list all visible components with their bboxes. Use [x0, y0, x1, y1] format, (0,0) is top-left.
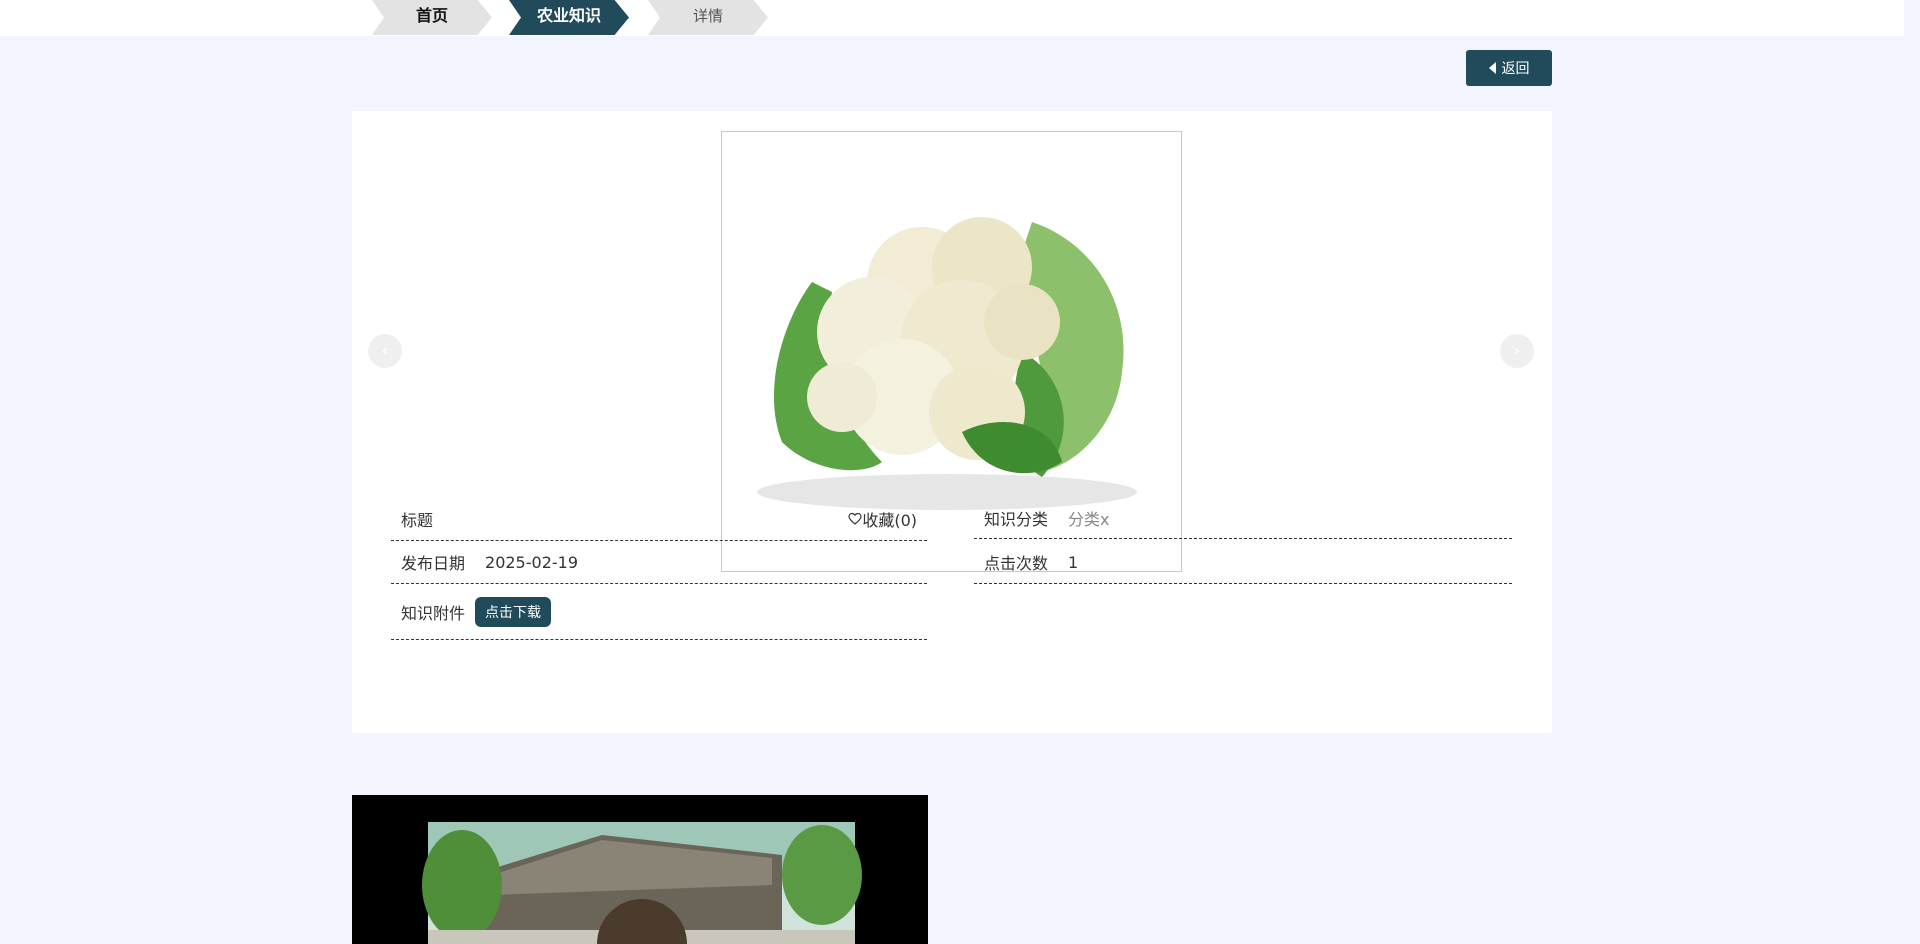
video-frame: [422, 822, 862, 944]
category-row: 知识分类 分类x: [974, 498, 1512, 539]
clicks-value: 1: [1068, 552, 1079, 572]
carousel-prev-button[interactable]: ‹: [368, 334, 402, 368]
back-button-label: 返回: [1501, 61, 1530, 77]
category-label: 知识分类: [984, 510, 1049, 529]
publish-date-label: 发布日期: [401, 554, 466, 573]
top-bar: 首页 农业知识 详情: [0, 0, 1904, 36]
publish-date-row: 发布日期 2025-02-19: [391, 541, 927, 584]
attachment-label: 知识附件: [401, 603, 466, 623]
favorite-button[interactable]: 收藏(0): [848, 498, 917, 540]
favorite-label: 收藏(0): [862, 511, 917, 530]
caret-left-icon: [1488, 62, 1496, 74]
publish-date-value: 2025-02-19: [485, 552, 578, 572]
carousel-next-button[interactable]: ›: [1500, 334, 1534, 368]
heart-outline-icon: [848, 512, 862, 525]
category-value: 分类x: [1068, 510, 1110, 529]
breadcrumb-current: 详情: [648, 0, 768, 35]
clicks-row: 点击次数 1: [974, 541, 1512, 584]
breadcrumb-section[interactable]: 农业知识: [509, 0, 629, 35]
back-button[interactable]: 返回: [1466, 50, 1552, 86]
detail-card: ‹ › 标题 收藏(0) 知识分类 分类x 发布日期 2025-02-19 点击…: [352, 111, 1552, 733]
download-button[interactable]: 点击下载: [475, 596, 552, 627]
breadcrumb-home[interactable]: 首页: [372, 0, 492, 35]
video-player[interactable]: [352, 795, 928, 944]
clicks-label: 点击次数: [984, 554, 1049, 573]
title-label: 标题: [401, 511, 434, 530]
title-row: 标题 收藏(0): [391, 498, 927, 541]
attachment-row: 知识附件 点击下载: [391, 584, 927, 640]
